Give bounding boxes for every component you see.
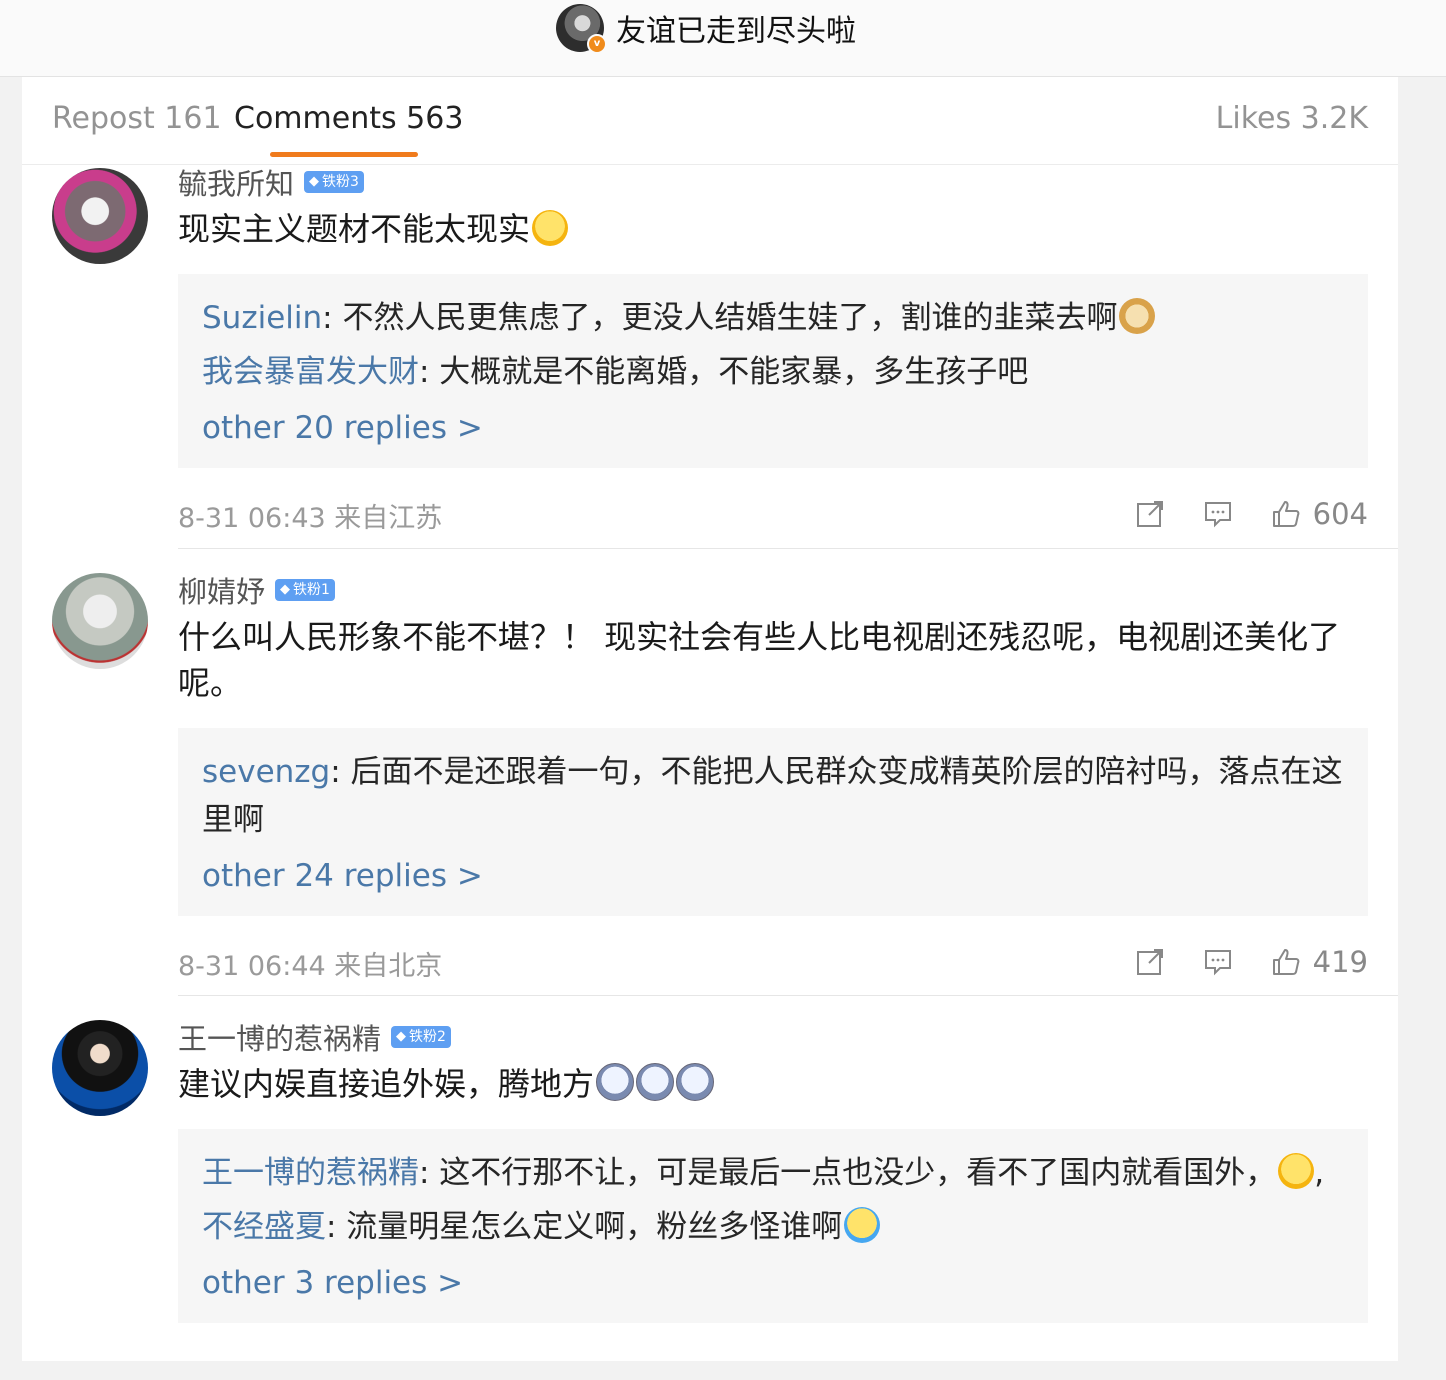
- reply-preview-box[interactable]: Suzielin: 不然人民更焦虑了，更没人结婚生娃了，割谁的韭菜去啊 我会暴富…: [178, 274, 1368, 468]
- comment-icon[interactable]: [1203, 947, 1233, 977]
- comment-user-row: 毓我所知 ◆ 铁粉3: [178, 161, 1368, 203]
- diamond-icon: ◆: [309, 174, 320, 189]
- reply-text: : 流量明星怎么定义啊，粉丝多怪谁啊: [326, 1209, 843, 1245]
- header-title: 友谊已走到尽头啦: [616, 14, 856, 49]
- comment-actions: 419: [1097, 940, 1368, 984]
- verified-badge-icon: v: [587, 34, 607, 54]
- diamond-icon: ◆: [396, 1029, 407, 1044]
- fan-level-label: 铁粉3: [322, 174, 359, 190]
- more-replies-link[interactable]: other 3 replies >: [202, 1259, 1344, 1307]
- tab-likes[interactable]: Likes 3.2K: [1216, 101, 1368, 136]
- commenter-name[interactable]: 柳婧妤: [178, 569, 265, 611]
- dizzy-emoji-icon: [636, 1063, 675, 1101]
- commenter-avatar[interactable]: [52, 168, 148, 264]
- doge-emoji-icon: [1119, 298, 1156, 334]
- commenter-name[interactable]: 毓我所知: [178, 161, 294, 203]
- more-replies-link[interactable]: other 20 replies >: [202, 404, 1344, 452]
- header-author[interactable]: v 友谊已走到尽头啦: [556, 2, 856, 54]
- comment-body: 毓我所知 ◆ 铁粉3 现实主义题材不能太现实 Suzielin: 不然人民更焦虑了…: [178, 164, 1368, 536]
- comment-text-content: 现实主义题材不能太现实: [178, 210, 531, 248]
- tab-comments[interactable]: Comments 563: [234, 101, 463, 136]
- laugh-emoji-icon: [1278, 1153, 1315, 1189]
- fan-level-label: 铁粉1: [293, 582, 330, 598]
- reply-item: 不经盛夏: 流量明星怎么定义啊，粉丝多怪谁啊: [202, 1203, 1344, 1251]
- more-replies-link[interactable]: other 24 replies >: [202, 852, 1344, 900]
- commenter-avatar[interactable]: [52, 573, 148, 669]
- comment-text-content: 建议内娱直接追外娱，腾地方: [178, 1065, 595, 1103]
- active-tab-indicator: [270, 152, 418, 157]
- diamond-icon: ◆: [280, 582, 291, 597]
- comment-divider: [178, 995, 1398, 996]
- reply-text: : 后面不是还跟着一句，不能把人民群众变成精英阶层的陪衬吗，落点在这里啊: [202, 754, 1343, 838]
- comment-timestamp: 8-31 06:44 来自北京: [178, 951, 443, 982]
- comment-text: 建议内娱直接追外娱，腾地方: [178, 1061, 1368, 1107]
- comment-footer: 8-31 06:44 来自北京 419: [178, 940, 1368, 984]
- reply-author[interactable]: 我会暴富发大财: [202, 354, 419, 390]
- comment-body: 柳婧妤 ◆ 铁粉1 什么叫人民形象不能不堪？！ 现实社会有些人比电视剧还残忍呢，电…: [178, 572, 1368, 984]
- reply-preview-box[interactable]: sevenzg: 后面不是还跟着一句，不能把人民群众变成精英阶层的陪衬吗，落点在…: [178, 728, 1368, 916]
- comment-text: 现实主义题材不能太现实: [178, 206, 1368, 252]
- like-thumb-icon[interactable]: [1271, 499, 1301, 529]
- share-icon[interactable]: [1135, 947, 1165, 977]
- comment-text: 什么叫人民形象不能不堪？！ 现实社会有些人比电视剧还残忍呢，电视剧还美化了呢。: [178, 618, 1341, 702]
- comment-timestamp: 8-31 06:43 来自江苏: [178, 503, 443, 534]
- post-header: v 友谊已走到尽头啦: [0, 0, 1446, 77]
- fan-level-badge: ◆ 铁粉2: [391, 1026, 451, 1048]
- reply-author[interactable]: 不经盛夏: [202, 1209, 326, 1245]
- tab-bar: Repost 161 Comments 563 Likes 3.2K: [22, 77, 1398, 165]
- reply-text: : 大概就是不能离婚，不能家暴，多生孩子吧: [419, 354, 1029, 390]
- like-thumb-icon[interactable]: [1271, 947, 1301, 977]
- fan-level-badge: ◆ 铁粉1: [275, 579, 335, 601]
- reply-author[interactable]: sevenzg: [202, 754, 330, 790]
- reply-author[interactable]: Suzielin: [202, 300, 322, 336]
- like-count: 604: [1312, 497, 1368, 531]
- cry-emoji-icon: [844, 1207, 881, 1243]
- laugh-emoji-icon: [532, 210, 569, 246]
- reply-item: Suzielin: 不然人民更焦虑了，更没人结婚生娃了，割谁的韭菜去啊: [202, 294, 1344, 342]
- reply-item: sevenzg: 后面不是还跟着一句，不能把人民群众变成精英阶层的陪衬吗，落点在…: [202, 748, 1344, 844]
- fan-level-label: 铁粉2: [409, 1029, 446, 1045]
- author-avatar[interactable]: v: [556, 4, 607, 54]
- like-count: 419: [1312, 945, 1368, 979]
- comment-body: 王一博的惹祸精 ◆ 铁粉2 建议内娱直接追外娱，腾地方 王一博的惹祸精: 这不行那…: [178, 1019, 1368, 1323]
- reply-author[interactable]: 王一博的惹祸精: [202, 1155, 419, 1191]
- reply-item: 我会暴富发大财: 大概就是不能离婚，不能家暴，多生孩子吧: [202, 348, 1344, 396]
- reply-text: : 这不行那不让，可是最后一点也没少，看不了国内就看国外，: [419, 1155, 1277, 1191]
- reply-item: 王一博的惹祸精: 这不行那不让，可是最后一点也没少，看不了国内就看国外，,: [202, 1149, 1344, 1197]
- reply-text: : 不然人民更焦虑了，更没人结婚生娃了，割谁的韭菜去啊: [322, 300, 1118, 336]
- dizzy-emoji-icon: [596, 1063, 635, 1101]
- comments-card: Repost 161 Comments 563 Likes 3.2K 毓我所知 …: [22, 77, 1398, 1361]
- commenter-name[interactable]: 王一博的惹祸精: [178, 1016, 381, 1058]
- comment-divider: [178, 548, 1398, 549]
- comment-icon[interactable]: [1203, 499, 1233, 529]
- reply-trailing-comma: ,: [1314, 1155, 1325, 1191]
- comment-footer: 8-31 06:43 来自江苏 604: [178, 492, 1368, 536]
- fan-level-badge: ◆ 铁粉3: [304, 171, 364, 193]
- comment-actions: 604: [1097, 492, 1368, 536]
- share-icon[interactable]: [1135, 499, 1165, 529]
- comment-user-row: 柳婧妤 ◆ 铁粉1: [178, 569, 1368, 611]
- comment-user-row: 王一博的惹祸精 ◆ 铁粉2: [178, 1016, 1368, 1058]
- reply-preview-box[interactable]: 王一博的惹祸精: 这不行那不让，可是最后一点也没少，看不了国内就看国外，, 不经…: [178, 1129, 1368, 1323]
- tab-repost[interactable]: Repost 161: [52, 101, 222, 136]
- commenter-avatar[interactable]: [52, 1020, 148, 1116]
- dizzy-emoji-icon: [676, 1063, 715, 1101]
